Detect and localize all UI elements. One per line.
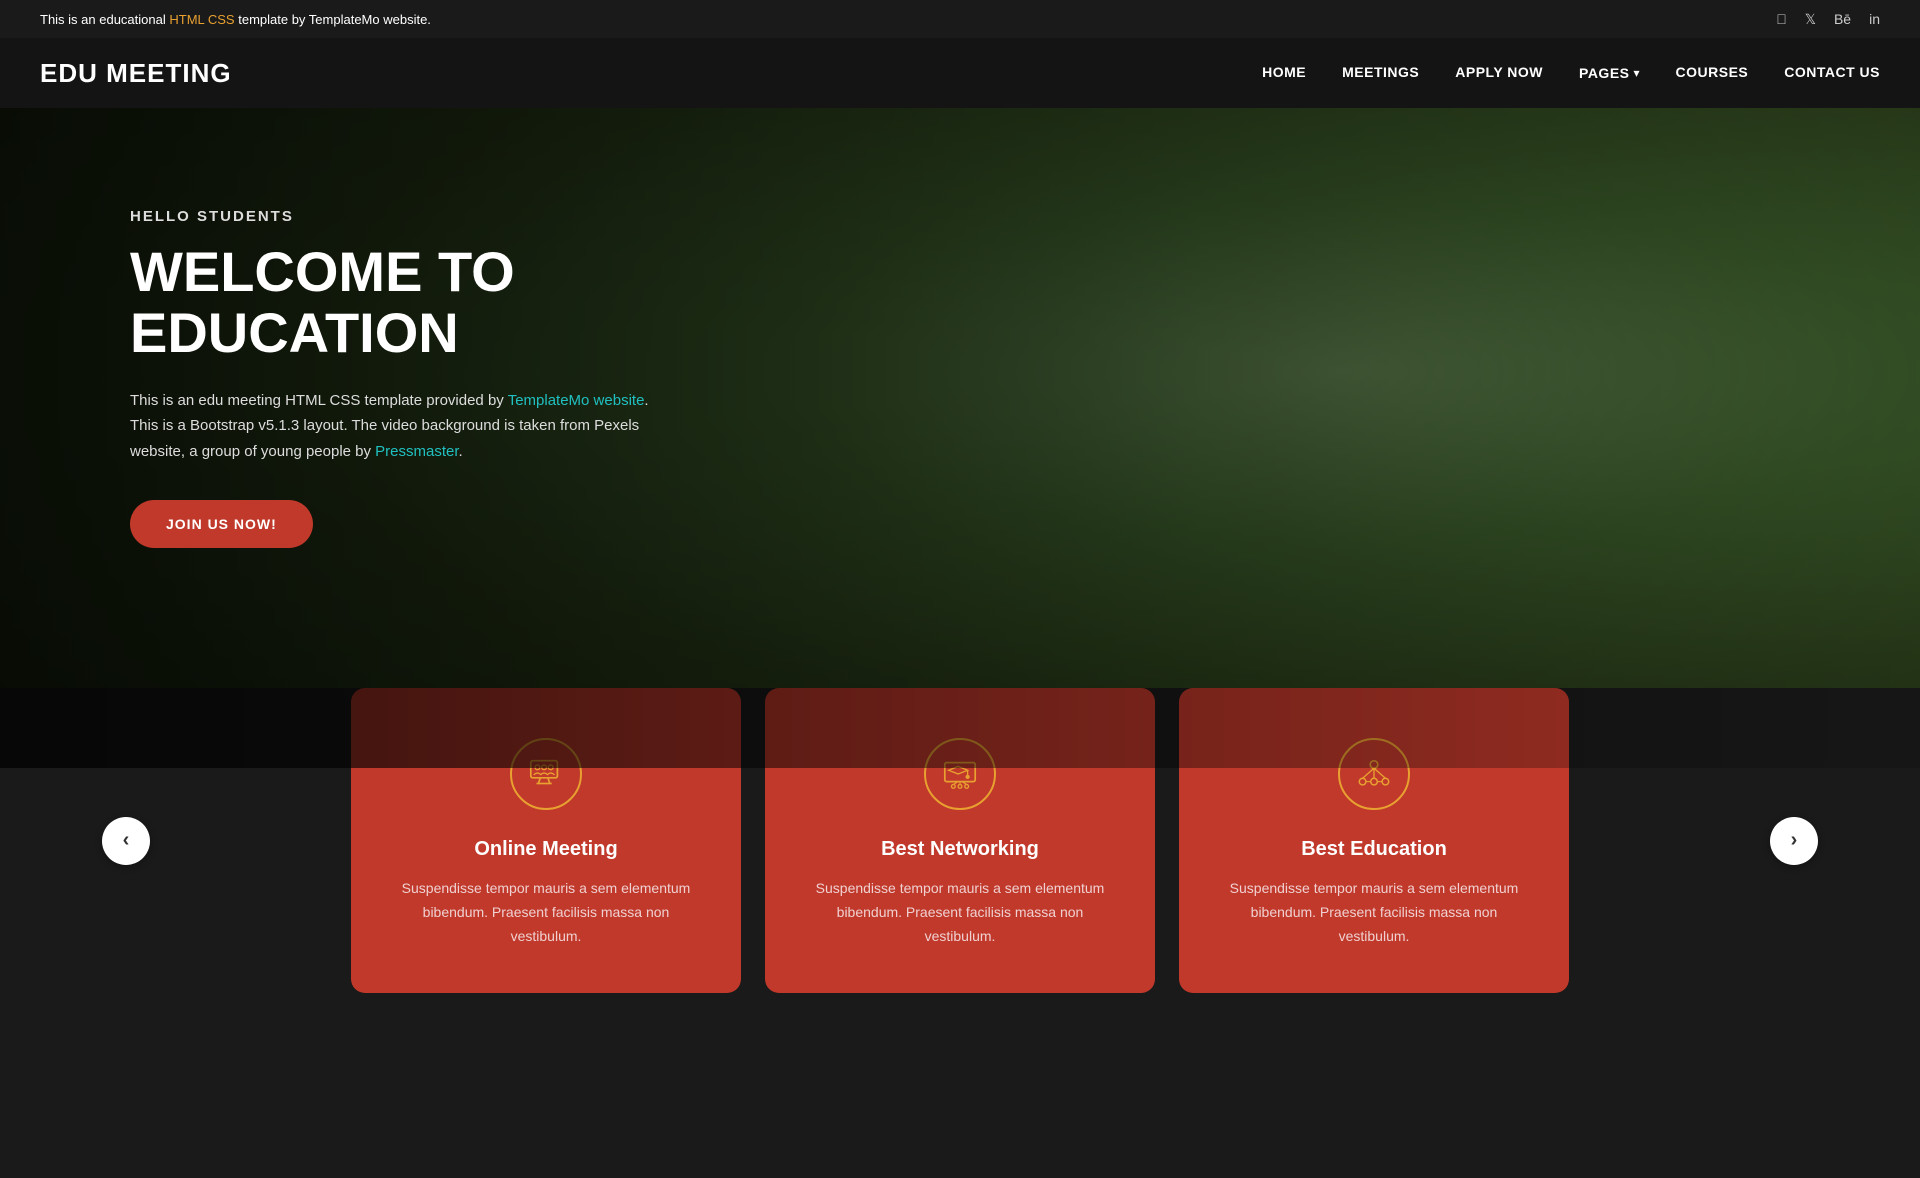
card-3-text: Suspendisse tempor mauris a sem elementu… <box>1219 877 1529 948</box>
hero-section: HELLO STUDENTS WELCOME TO EDUCATION This… <box>0 108 1920 768</box>
card-1-title: Online Meeting <box>391 838 701 861</box>
card-2-text: Suspendisse tempor mauris a sem elementu… <box>805 877 1115 948</box>
carousel-next-button[interactable]: › <box>1770 817 1818 865</box>
nav-item-pages[interactable]: PAGES <box>1579 65 1640 81</box>
hero-desc-end: . <box>459 443 463 460</box>
card-2-title: Best Networking <box>805 838 1115 861</box>
hero-desc-plain1: This is an edu meeting HTML CSS template… <box>130 392 508 409</box>
twitter-icon[interactable]: 𝕏 <box>1805 11 1816 28</box>
card-1-text: Suspendisse tempor mauris a sem elementu… <box>391 877 701 948</box>
behance-icon[interactable]: Bē <box>1834 11 1851 27</box>
nav-link-home[interactable]: HOME <box>1262 64 1306 80</box>
hero-title: WELCOME TO EDUCATION <box>130 241 660 364</box>
linkedin-icon[interactable]: in <box>1869 11 1880 27</box>
nav-item-contact[interactable]: CONTACT US <box>1784 64 1880 82</box>
html-css-link[interactable]: HTML CSS <box>169 12 234 27</box>
nav-link-contact[interactable]: CONTACT US <box>1784 64 1880 80</box>
hero-subtitle: HELLO STUDENTS <box>130 208 660 225</box>
join-button[interactable]: JOIN US NOW! <box>130 500 313 548</box>
pressmaster-link[interactable]: Pressmaster <box>375 443 458 460</box>
top-bar: This is an educational HTML CSS template… <box>0 0 1920 38</box>
top-bar-text: This is an educational HTML CSS template… <box>40 12 431 27</box>
templatemo-link[interactable]: TemplateMo website <box>508 392 645 409</box>
nav-link-pages[interactable]: PAGES <box>1579 65 1629 81</box>
top-bar-plain1: This is an educational <box>40 12 169 27</box>
top-bar-plain2: template by TemplateMo website. <box>235 12 431 27</box>
nav-links: HOME MEETINGS APPLY NOW PAGES COURSES CO… <box>1262 64 1880 82</box>
social-links:  𝕏 Bē in <box>1776 11 1880 28</box>
card-3-title: Best Education <box>1219 838 1529 861</box>
carousel-prev-button[interactable]: ‹ <box>102 817 150 865</box>
nav-item-home[interactable]: HOME <box>1262 64 1306 82</box>
hero-content: HELLO STUDENTS WELCOME TO EDUCATION This… <box>0 208 660 669</box>
facebook-icon[interactable]:  <box>1776 11 1787 27</box>
nav-link-apply[interactable]: APPLY NOW <box>1455 64 1543 80</box>
nav-item-meetings[interactable]: MEETINGS <box>1342 64 1419 82</box>
nav-item-apply[interactable]: APPLY NOW <box>1455 64 1543 82</box>
navbar-brand[interactable]: EDU MEETING <box>40 58 232 89</box>
nav-link-meetings[interactable]: MEETINGS <box>1342 64 1419 80</box>
navbar: EDU MEETING HOME MEETINGS APPLY NOW PAGE… <box>0 38 1920 108</box>
nav-item-courses[interactable]: COURSES <box>1676 64 1749 82</box>
hero-description: This is an edu meeting HTML CSS template… <box>130 388 660 465</box>
nav-link-courses[interactable]: COURSES <box>1676 64 1749 80</box>
